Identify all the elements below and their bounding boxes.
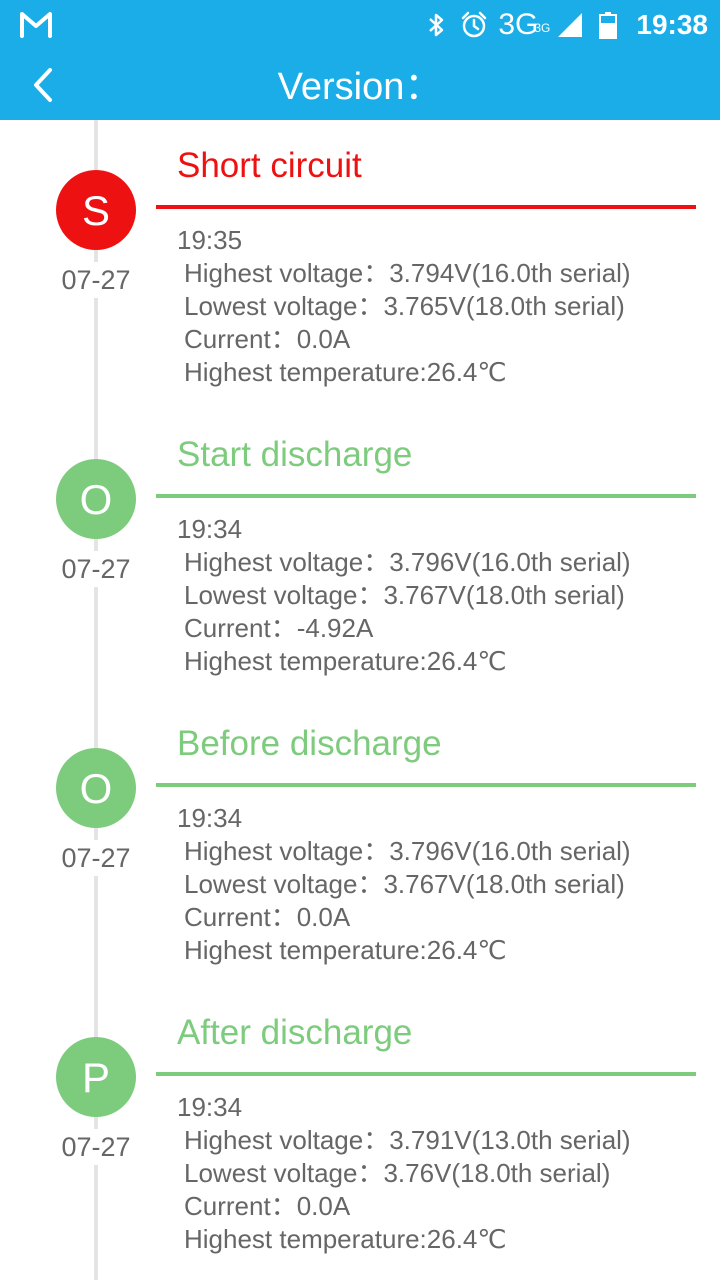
event-date: 07-27 [61,1132,131,1162]
highest-voltage: Highest voltage：3.796V(16.0th serial) [184,547,631,577]
event-badge: O [56,459,136,539]
event-details: 19:34 Highest voltage：3.796V(16.0th seri… [177,802,631,967]
event-title: After discharge [177,1013,413,1052]
lowest-voltage: Lowest voltage：3.767V(18.0th serial) [184,869,625,899]
highest-voltage: Highest voltage：3.796V(16.0th serial) [184,836,631,866]
event-date: 07-27 [61,554,131,584]
event-time: 19:34 [177,1092,243,1122]
page-title: Version： [277,66,443,108]
gmail-icon [20,12,52,38]
event-details: 19:34 Highest voltage：3.791V(13.0th seri… [177,1091,631,1256]
network-type: 3G 3G [498,8,551,41]
event-title: Before discharge [177,724,442,763]
event-divider [156,205,696,209]
event-date: 07-27 [61,843,131,873]
event-time: 19:34 [177,514,243,544]
battery-icon [599,12,618,39]
current: Current：-4.92A [184,613,374,643]
timeline-entry-start-discharge: O 07-27 Start discharge 19:34 Highest vo… [0,409,720,698]
lowest-voltage: Lowest voltage：3.767V(18.0th serial) [184,580,625,610]
app-bar: Version： [0,50,720,120]
highest-voltage: Highest voltage：3.791V(13.0th serial) [184,1125,631,1155]
highest-temperature: Highest temperature:26.4℃ [184,935,507,965]
current: Current：0.0A [184,902,351,932]
current: Current：0.0A [184,324,351,354]
highest-temperature: Highest temperature:26.4℃ [184,1224,507,1254]
event-time: 19:34 [177,803,243,833]
back-arrow-icon[interactable] [28,64,74,106]
timeline-entry-short-circuit: S 07-27 Short circuit 19:35 Highest volt… [0,120,720,409]
current: Current：0.0A [184,1191,351,1221]
lowest-voltage: Lowest voltage：3.76V(18.0th serial) [184,1158,611,1188]
highest-temperature: Highest temperature:26.4℃ [184,646,507,676]
alarm-icon [462,11,487,38]
event-badge: P [56,1037,136,1117]
bluetooth-icon [429,13,444,37]
clock: 19:38 [636,9,708,40]
event-time: 19:35 [177,225,243,255]
event-badge: S [56,170,136,250]
event-divider [156,494,696,498]
status-icons: 3G 3G 19:38 [422,6,708,44]
event-title: Short circuit [177,146,362,185]
event-title: Start discharge [177,435,413,474]
signal-icon [558,13,583,37]
event-timeline: S 07-27 Short circuit 19:35 Highest volt… [0,120,720,1280]
timeline-entry-after-discharge: P 07-27 After discharge 19:34 Highest vo… [0,987,720,1276]
highest-voltage: Highest voltage：3.794V(16.0th serial) [184,258,631,288]
event-divider [156,1072,696,1076]
event-details: 19:34 Highest voltage：3.796V(16.0th seri… [177,513,631,678]
event-badge: O [56,748,136,828]
status-bar: 3G 3G 19:38 [0,0,720,50]
event-details: 19:35 Highest voltage：3.794V(16.0th seri… [177,224,631,389]
timeline-entry-before-discharge: O 07-27 Before discharge 19:34 Highest v… [0,698,720,987]
highest-temperature: Highest temperature:26.4℃ [184,357,507,387]
lowest-voltage: Lowest voltage：3.765V(18.0th serial) [184,291,625,321]
event-date: 07-27 [61,265,131,295]
event-divider [156,783,696,787]
